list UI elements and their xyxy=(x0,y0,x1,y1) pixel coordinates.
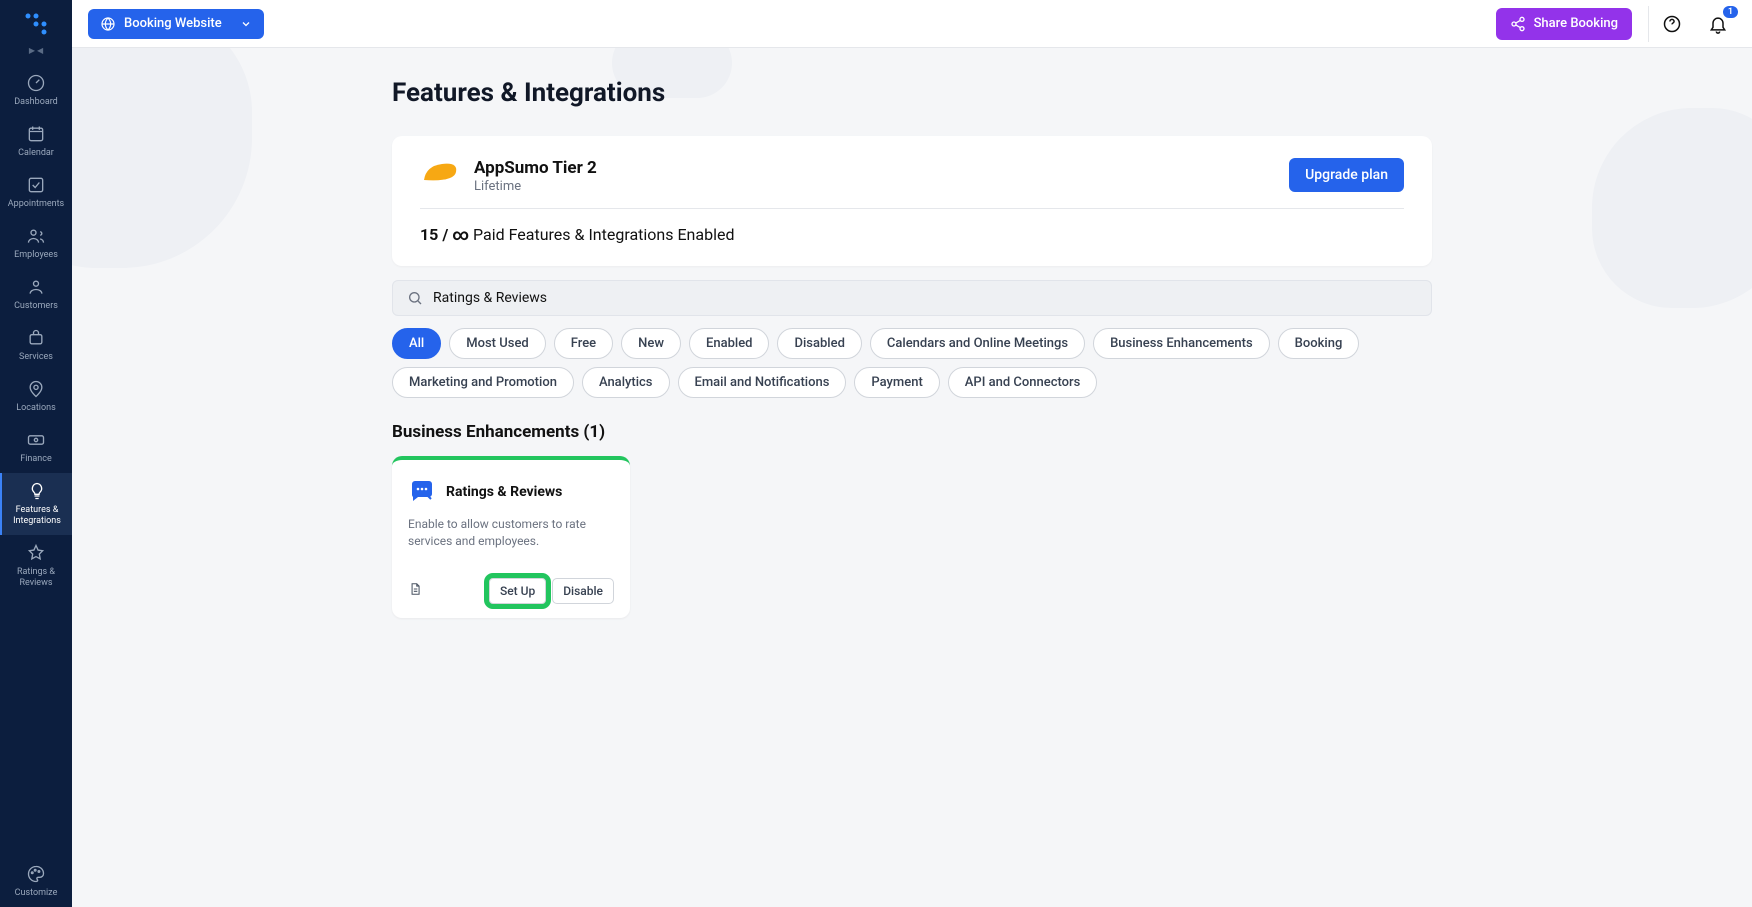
palette-icon xyxy=(26,864,46,884)
feature-name: Ratings & Reviews xyxy=(446,484,562,500)
sidebar-item-employees[interactable]: Employees xyxy=(0,218,72,269)
main: Booking Website Share Booking 1 Features… xyxy=(72,0,1752,907)
cash-icon xyxy=(26,430,46,450)
sidebar-item-label: Ratings & Reviews xyxy=(4,567,68,589)
usage-count: 15 / ∞ xyxy=(420,225,469,244)
customers-icon xyxy=(26,277,46,297)
share-icon xyxy=(1510,16,1526,32)
pin-icon xyxy=(26,379,46,399)
context-switcher[interactable]: Booking Website xyxy=(88,9,264,39)
search-wrapper[interactable] xyxy=(392,280,1432,316)
filter-pills: All Most Used Free New Enabled Disabled … xyxy=(392,328,1432,398)
sidebar-item-label: Calendar xyxy=(18,148,54,159)
filter-pill-api-connectors[interactable]: API and Connectors xyxy=(948,367,1098,398)
sidebar: ▶ ◀ Dashboard Calendar Appointments Empl… xyxy=(0,0,72,907)
plan-usage: 15 / ∞ Paid Features & Integrations Enab… xyxy=(420,209,1404,244)
sidebar-item-label: Customize xyxy=(15,888,58,899)
filter-pill-new[interactable]: New xyxy=(621,328,681,359)
sidebar-item-label: Features & Integrations xyxy=(6,505,68,527)
setup-button[interactable]: Set Up xyxy=(489,578,546,604)
sidebar-item-customers[interactable]: Customers xyxy=(0,269,72,320)
sidebar-collapse-toggle[interactable]: ▶ ◀ xyxy=(29,46,43,55)
context-label: Booking Website xyxy=(124,16,222,31)
topbar: Booking Website Share Booking 1 xyxy=(72,0,1752,48)
document-icon xyxy=(408,582,422,596)
sidebar-item-finance[interactable]: Finance xyxy=(0,422,72,473)
sidebar-item-label: Appointments xyxy=(8,199,64,210)
sidebar-item-dashboard[interactable]: Dashboard xyxy=(0,65,72,116)
filter-pill-analytics[interactable]: Analytics xyxy=(582,367,670,398)
section-title: Business Enhancements (1) xyxy=(392,422,1432,442)
sidebar-item-label: Services xyxy=(19,352,53,363)
filter-pill-booking[interactable]: Booking xyxy=(1278,328,1360,359)
disable-button[interactable]: Disable xyxy=(552,578,614,604)
chevron-down-icon xyxy=(240,18,252,30)
app-logo[interactable] xyxy=(16,4,56,44)
plan-name: AppSumo Tier 2 xyxy=(474,158,1275,178)
search-icon xyxy=(407,290,423,306)
plan-term: Lifetime xyxy=(474,179,1275,194)
search-input[interactable] xyxy=(433,290,1417,306)
sidebar-item-appointments[interactable]: Appointments xyxy=(0,167,72,218)
calendar-icon xyxy=(26,124,46,144)
sidebar-item-label: Customers xyxy=(14,301,58,312)
sidebar-item-label: Locations xyxy=(16,403,55,414)
feature-description: Enable to allow customers to rate servic… xyxy=(408,516,614,550)
feature-docs-link[interactable] xyxy=(408,581,422,600)
filter-pill-most-used[interactable]: Most Used xyxy=(449,328,545,359)
users-icon xyxy=(26,226,46,246)
notification-badge: 1 xyxy=(1723,6,1738,18)
sidebar-item-features-integrations[interactable]: Features & Integrations xyxy=(0,473,72,535)
filter-pill-all[interactable]: All xyxy=(392,328,441,359)
filter-pill-enabled[interactable]: Enabled xyxy=(689,328,770,359)
lightbulb-icon xyxy=(27,481,47,501)
notifications-button[interactable]: 1 xyxy=(1700,6,1736,42)
sidebar-item-label: Dashboard xyxy=(14,97,58,108)
share-booking-button[interactable]: Share Booking xyxy=(1496,8,1632,40)
share-label: Share Booking xyxy=(1534,16,1618,31)
usage-suffix: Paid Features & Integrations Enabled xyxy=(469,225,734,244)
filter-pill-calendars[interactable]: Calendars and Online Meetings xyxy=(870,328,1085,359)
filter-pill-disabled[interactable]: Disabled xyxy=(777,328,861,359)
gauge-icon xyxy=(26,73,46,93)
filter-pill-email-notifications[interactable]: Email and Notifications xyxy=(678,367,847,398)
filter-pill-payment[interactable]: Payment xyxy=(854,367,939,398)
filter-pill-business-enhancements[interactable]: Business Enhancements xyxy=(1093,328,1270,359)
sidebar-item-label: Employees xyxy=(14,250,58,261)
appsumo-icon xyxy=(420,158,460,188)
star-icon xyxy=(26,543,46,563)
sidebar-item-customize[interactable]: Customize xyxy=(0,856,72,907)
upgrade-plan-button[interactable]: Upgrade plan xyxy=(1289,158,1404,192)
chat-stars-icon xyxy=(408,478,436,506)
page-title: Features & Integrations xyxy=(392,78,1432,108)
sidebar-item-calendar[interactable]: Calendar xyxy=(0,116,72,167)
help-icon xyxy=(1662,14,1682,34)
sidebar-item-locations[interactable]: Locations xyxy=(0,371,72,422)
bag-icon xyxy=(26,328,46,348)
sidebar-item-services[interactable]: Services xyxy=(0,320,72,371)
check-square-icon xyxy=(26,175,46,195)
plan-card: AppSumo Tier 2 Lifetime Upgrade plan 15 … xyxy=(392,136,1432,266)
content: Features & Integrations AppSumo Tier 2 L… xyxy=(72,48,1752,907)
feature-card-ratings-reviews: Ratings & Reviews Enable to allow custom… xyxy=(392,456,630,618)
sidebar-item-ratings-reviews[interactable]: Ratings & Reviews xyxy=(0,535,72,597)
help-button[interactable] xyxy=(1648,6,1684,42)
globe-icon xyxy=(100,16,116,32)
filter-pill-free[interactable]: Free xyxy=(554,328,613,359)
sidebar-item-label: Finance xyxy=(20,454,51,465)
filter-pill-marketing[interactable]: Marketing and Promotion xyxy=(392,367,574,398)
